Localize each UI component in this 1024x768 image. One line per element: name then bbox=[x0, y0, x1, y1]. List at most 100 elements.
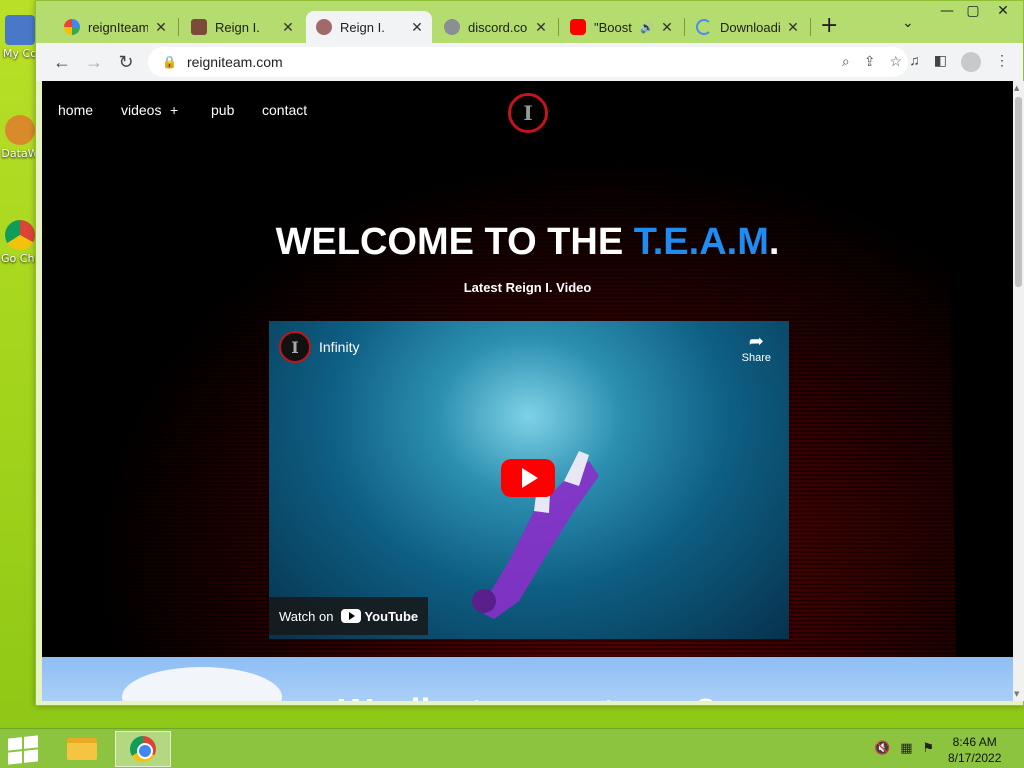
tab-separator bbox=[684, 18, 685, 36]
desktop-icon-my-computer[interactable]: My Co bbox=[0, 15, 40, 60]
youtube-icon bbox=[570, 19, 586, 35]
tab-title: Downloadi bbox=[720, 19, 780, 35]
nav-videos-expand-icon[interactable]: + bbox=[170, 102, 178, 118]
taskbar-file-explorer[interactable] bbox=[54, 731, 110, 767]
lock-icon[interactable]: 🔒 bbox=[162, 55, 177, 69]
taskbar-clock[interactable]: 8:46 AM 8/17/2022 bbox=[948, 734, 1001, 766]
play-icon bbox=[522, 468, 538, 488]
close-icon[interactable]: ✕ bbox=[154, 19, 168, 36]
nav-videos[interactable]: videos bbox=[121, 102, 161, 118]
tab-separator bbox=[810, 18, 811, 36]
watch-on-label: Watch on bbox=[279, 608, 334, 624]
hero-title-prefix: WELCOME TO THE bbox=[275, 221, 634, 263]
share-button[interactable]: ➦ Share bbox=[742, 331, 771, 364]
scroll-up-arrow-icon[interactable]: ▲ bbox=[1014, 84, 1019, 92]
youtube-wordmark: YouTube bbox=[364, 608, 419, 624]
youtube-embed[interactable]: I Infinity ➦ Share Watch on YouTube bbox=[269, 321, 789, 639]
media-control-icon[interactable]: ♫ bbox=[909, 52, 920, 72]
video-title[interactable]: Infinity bbox=[319, 339, 359, 355]
close-icon[interactable]: ✕ bbox=[281, 19, 295, 36]
reign-logo-icon bbox=[191, 19, 207, 35]
channel-avatar-letter: I bbox=[291, 337, 299, 357]
site-logo[interactable]: I bbox=[508, 93, 548, 133]
browser-toolbar: ← → ↻ 🔒 reigniteam.com ⌕ ⇪ ☆ ♫ ◧ ⋮ bbox=[36, 43, 1023, 81]
close-icon[interactable]: ✕ bbox=[534, 19, 548, 36]
forward-button[interactable]: → bbox=[78, 52, 110, 73]
hero-subtitle: Latest Reign I. Video bbox=[463, 280, 592, 295]
taskbar: 🔇 ▦ ⚑ 8:46 AM 8/17/2022 bbox=[0, 728, 1024, 768]
play-button[interactable] bbox=[501, 459, 555, 497]
tab-title: "Boost bbox=[594, 19, 632, 35]
tab-title: discord.com bbox=[468, 19, 528, 35]
chrome-icon bbox=[5, 220, 35, 250]
zoom-icon[interactable]: ⌕ bbox=[842, 53, 850, 70]
bookmark-star-icon[interactable]: ☆ bbox=[889, 53, 902, 70]
scrollbar-thumb[interactable] bbox=[1015, 97, 1022, 287]
site-navigation: home videos + pub contact I bbox=[42, 81, 1013, 141]
reload-button[interactable]: ↻ bbox=[110, 52, 142, 73]
channel-avatar[interactable]: I bbox=[279, 331, 311, 363]
clock-time: 8:46 AM bbox=[952, 735, 997, 749]
share-label: Share bbox=[741, 352, 771, 364]
folder-icon bbox=[67, 738, 97, 760]
desktop-icon-google-chrome[interactable]: Go Chr bbox=[0, 220, 40, 265]
toolbar-right: ♫ ◧ ⋮ bbox=[909, 52, 1009, 72]
tab-search-chevron-icon[interactable]: ⌄ bbox=[902, 15, 914, 31]
volume-muted-icon[interactable]: 🔇 bbox=[874, 741, 890, 756]
desktop-icon-dataw[interactable]: DataW bbox=[0, 115, 40, 160]
tab-reigniteam-google[interactable]: reignIteam ✕ bbox=[54, 11, 176, 43]
share-icon[interactable]: ⇪ bbox=[864, 53, 876, 70]
clock-date: 8/17/2022 bbox=[948, 751, 1002, 765]
logo-letter: I bbox=[523, 101, 533, 125]
next-section: W... ll... t... ... ... t... ... ? bbox=[42, 657, 1013, 701]
start-windows-icon[interactable] bbox=[8, 735, 38, 765]
network-icon[interactable]: ▦ bbox=[900, 741, 912, 756]
taskbar-chrome[interactable] bbox=[115, 731, 171, 767]
tab-separator bbox=[178, 18, 179, 36]
nav-pub[interactable]: pub bbox=[211, 102, 234, 118]
browser-window: reignIteam ✕ Reign I. ✕ Reign I. ✕ disco… bbox=[35, 0, 1024, 706]
google-icon bbox=[64, 19, 80, 35]
tab-downloading[interactable]: Downloadi ✕ bbox=[686, 11, 808, 43]
hero-title-team: T.E.A.M bbox=[633, 221, 769, 263]
globe-icon bbox=[444, 19, 460, 35]
page-scrollbar[interactable]: ▲ ▼ bbox=[1013, 81, 1024, 701]
tab-reign-i-active[interactable]: Reign I. ✕ bbox=[306, 11, 432, 43]
tab-discord[interactable]: discord.com ✕ bbox=[434, 11, 556, 43]
close-window-button[interactable]: ✕ bbox=[988, 3, 1018, 23]
close-icon[interactable]: ✕ bbox=[660, 19, 674, 36]
hero-title: WELCOME TO THE T.E.A.M. bbox=[42, 221, 1013, 264]
url-text[interactable]: reigniteam.com bbox=[187, 54, 283, 70]
close-icon[interactable]: ✕ bbox=[410, 19, 424, 36]
menu-kebab-icon[interactable]: ⋮ bbox=[995, 52, 1009, 72]
desktop-icon-label: Go Chr bbox=[1, 252, 39, 265]
nav-home[interactable]: home bbox=[58, 102, 93, 118]
tab-youtube-boost[interactable]: "Boost 🔊 ✕ bbox=[560, 11, 682, 43]
profile-avatar[interactable] bbox=[961, 52, 981, 72]
tab-reign-i-1[interactable]: Reign I. ✕ bbox=[181, 11, 303, 43]
maximize-button[interactable]: ▢ bbox=[958, 3, 988, 23]
page-viewport: home videos + pub contact I WELCOME TO T… bbox=[42, 81, 1013, 701]
side-panel-icon[interactable]: ◧ bbox=[934, 52, 947, 72]
youtube-play-icon bbox=[341, 609, 362, 623]
scroll-down-arrow-icon[interactable]: ▼ bbox=[1014, 690, 1019, 698]
action-center-flag-icon[interactable]: ⚑ bbox=[922, 741, 934, 756]
tab-title: reignIteam bbox=[88, 19, 148, 35]
hero-title-suffix: . bbox=[768, 221, 780, 263]
address-bar-actions: ⌕ ⇪ ☆ bbox=[842, 53, 902, 70]
nav-contact[interactable]: contact bbox=[262, 102, 307, 118]
new-tab-button[interactable]: + bbox=[820, 13, 838, 38]
tab-separator bbox=[558, 18, 559, 36]
watch-on-youtube-button[interactable]: Watch on YouTube bbox=[269, 597, 429, 635]
system-tray: 🔇 ▦ ⚑ bbox=[874, 741, 934, 756]
speaker-icon[interactable]: 🔊 bbox=[640, 21, 654, 34]
chrome-icon bbox=[130, 736, 156, 762]
address-bar[interactable]: 🔒 reigniteam.com ⌕ ⇪ ☆ bbox=[148, 47, 908, 77]
back-button[interactable]: ← bbox=[46, 52, 78, 73]
close-icon[interactable]: ✕ bbox=[786, 19, 800, 36]
desktop-icon-label: My Co bbox=[3, 47, 37, 60]
reign-logo-icon bbox=[316, 19, 332, 35]
share-arrow-icon: ➦ bbox=[748, 331, 764, 351]
youtube-logo: YouTube bbox=[341, 609, 418, 624]
tab-title: Reign I. bbox=[340, 19, 385, 35]
